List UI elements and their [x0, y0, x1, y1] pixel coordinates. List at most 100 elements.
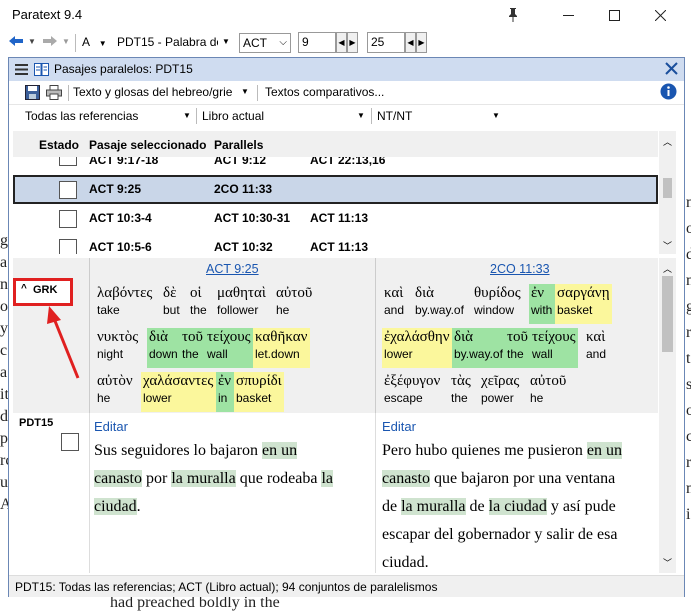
print-icon[interactable]	[46, 85, 62, 103]
text-line: escapar del gobernador y salir de esa	[382, 521, 657, 549]
interlinear-word[interactable]: σαργάνῃ basket	[555, 284, 612, 324]
interlinear-word[interactable]: νυκτὸς night	[95, 328, 141, 368]
column-header-status[interactable]: Estado	[39, 138, 79, 152]
verse-next-arrow[interactable]: ▶	[416, 32, 427, 53]
chapter-prev-arrow[interactable]: ◀	[336, 32, 347, 53]
chapter-next-arrow[interactable]: ▶	[347, 32, 358, 53]
close-button[interactable]	[637, 0, 683, 30]
back-button[interactable]	[8, 33, 26, 53]
greek-word: διὰ	[454, 329, 473, 345]
forward-button[interactable]	[42, 33, 60, 53]
interlinear-word[interactable]: λαβόντες take	[95, 284, 155, 324]
interlinear-word[interactable]: τείχους wall	[530, 328, 578, 368]
verse-spinner[interactable]: 25 ◀ ▶	[367, 32, 429, 53]
interlinear-word[interactable]: καὶ and	[584, 328, 609, 368]
compare-texts-button[interactable]: Textos comparativos...	[265, 85, 384, 99]
column-header-passage[interactable]: Pasaje seleccionado	[89, 138, 206, 152]
book-selector[interactable]: ACT ⌵	[239, 33, 291, 53]
minimize-button[interactable]	[545, 0, 591, 30]
interlinear-word[interactable]: διὰ by.way.of	[413, 284, 466, 324]
scroll-up-arrow[interactable]: ︿	[663, 262, 672, 275]
passage-scrollbar[interactable]: ︿ ﹀	[659, 258, 676, 573]
greek-word: δὲ	[163, 285, 177, 301]
table-row[interactable]: ACT 9:17-18 ACT 9:12 ACT 22:13,16	[13, 157, 658, 167]
interlinear-word[interactable]: αὐτὸν he	[95, 372, 135, 412]
pp-close-icon[interactable]	[665, 62, 678, 78]
maximize-button[interactable]	[591, 0, 637, 30]
scroll-thumb[interactable]	[662, 276, 673, 352]
interlinear-word[interactable]: ἐχαλάσθην lower	[382, 328, 452, 368]
left-reference-link[interactable]: ACT 9:25	[206, 262, 259, 276]
testament-filter[interactable]: NT/NT ▼	[377, 109, 507, 123]
hamburger-menu-icon[interactable]	[15, 64, 28, 75]
save-icon[interactable]	[25, 85, 40, 103]
greek-word: σπυρίδι	[236, 373, 282, 389]
pdt-checkbox[interactable]	[61, 433, 79, 451]
greek-word: σαργάνῃ	[557, 285, 610, 301]
row-checkbox[interactable]	[59, 210, 77, 228]
interlinear-word[interactable]: χαλάσαντες lower	[141, 372, 216, 412]
table-row[interactable]: ACT 10:5-6 ACT 10:32 ACT 11:13	[13, 233, 658, 254]
highlighted-phrase: ciudad	[94, 498, 137, 515]
row-checkbox[interactable]	[59, 157, 77, 166]
interlinear-word[interactable]: καθῆκαν let.down	[253, 328, 310, 368]
interlinear-word[interactable]: διὰ by.way.of	[452, 328, 505, 368]
verse-prev-arrow[interactable]: ◀	[405, 32, 416, 53]
scroll-thumb[interactable]	[663, 178, 672, 198]
chapter-spinner[interactable]: 9 ◀ ▶	[298, 32, 360, 53]
row-checkbox[interactable]	[59, 239, 77, 254]
scroll-up-arrow[interactable]: ︿	[663, 135, 672, 148]
interlinear-word[interactable]: δὲ but	[161, 284, 182, 324]
interlinear-word[interactable]: ἐξέφυγον escape	[382, 372, 443, 412]
interlinear-word[interactable]: αὐτοῦ he	[528, 372, 569, 412]
table-scrollbar[interactable]: ︿ ﹀	[659, 131, 676, 254]
interlinear-word[interactable]: οἱ the	[188, 284, 209, 324]
row-checkbox[interactable]	[59, 181, 77, 199]
grk-toggle[interactable]: ^ GRK	[13, 278, 73, 306]
right-reference-link[interactable]: 2CO 11:33	[490, 262, 550, 276]
project-selector[interactable]: PDT15 - Palabra de	[114, 33, 218, 53]
verse-input[interactable]: 25	[367, 32, 405, 53]
text-line: canasto que bajaron por una ventana	[382, 465, 657, 493]
background-right-text: neodngrtsocrnie	[686, 190, 691, 528]
interlinear-word[interactable]: τὰς the	[449, 372, 473, 412]
left-edit-link[interactable]: Editar	[94, 419, 128, 434]
interlinear-word[interactable]: τοῦ the	[180, 328, 205, 368]
text-segment: ciudad.	[382, 554, 429, 571]
interlinear-word[interactable]: μαθηταὶ follower	[215, 284, 268, 324]
mode-value: Texto y glosas del hebreo/grie	[73, 85, 233, 99]
interlinear-word[interactable]: τοῦ the	[505, 328, 530, 368]
column-header-parallels[interactable]: Parallels	[214, 138, 263, 152]
interlinear-word[interactable]: τείχους wall	[205, 328, 253, 368]
scroll-down-arrow[interactable]: ﹀	[663, 556, 672, 569]
chapter-input[interactable]: 9	[298, 32, 336, 53]
font-size-button[interactable]: A ▼	[82, 33, 107, 53]
book-filter[interactable]: Libro actual ▼	[202, 109, 372, 123]
pin-icon[interactable]	[490, 0, 536, 30]
interlinear-word[interactable]: ἐν with	[529, 284, 555, 324]
back-dropdown-icon[interactable]: ▼	[28, 33, 36, 53]
project-dropdown-icon[interactable]: ▼	[222, 33, 230, 53]
interlinear-word[interactable]: ἐν in	[216, 372, 234, 412]
mode-dropdown[interactable]: Texto y glosas del hebreo/grie	[73, 85, 253, 99]
pdt-row: PDT15 Editar Editar Sus seguidores lo ba…	[13, 413, 658, 573]
parallel-cell: ACT 11:13	[310, 211, 369, 225]
interlinear-word[interactable]: καὶ and	[382, 284, 407, 324]
highlighted-phrase: canasto	[382, 470, 430, 487]
interlinear-word[interactable]: θυρίδος window	[472, 284, 523, 324]
table-row[interactable]: ACT 10:3-4 ACT 10:30-31 ACT 11:13	[13, 204, 658, 233]
interlinear-word[interactable]: σπυρίδι basket	[234, 372, 284, 412]
background-line: c	[686, 428, 691, 445]
scroll-down-arrow[interactable]: ﹀	[663, 239, 672, 252]
info-icon[interactable]	[660, 83, 677, 103]
interlinear-word[interactable]: αὐτοῦ he	[274, 284, 315, 324]
interlinear-word[interactable]: διὰ down	[147, 328, 180, 368]
mode-dropdown-icon[interactable]: ▼	[241, 87, 249, 96]
background-line: t	[686, 350, 691, 367]
table-row-selected[interactable]: ACT 9:25 2CO 11:33	[13, 175, 658, 204]
right-edit-link[interactable]: Editar	[382, 419, 416, 434]
interlinear-word[interactable]: χεῖρας power	[479, 372, 522, 412]
references-filter[interactable]: Todas las referencias ▼	[25, 109, 195, 123]
forward-dropdown-icon[interactable]: ▼	[62, 33, 70, 53]
parallel-cell: ACT 22:13,16	[310, 157, 386, 167]
